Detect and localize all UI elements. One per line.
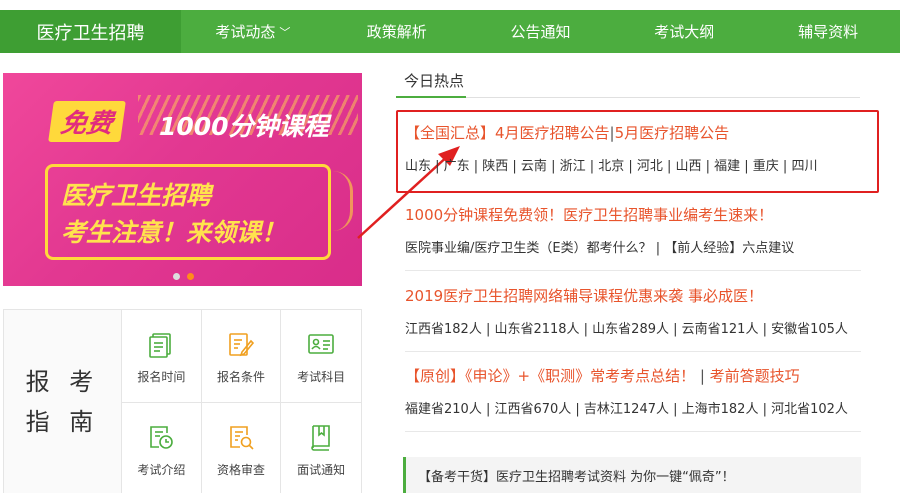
nav-items: 考试动态 ﹀ 政策解析 公告通知 考试大纲 辅导资料	[181, 10, 900, 53]
news-item: 【全国汇总】4月医疗招聘公告|5月医疗招聘公告 山东 | 广东 | 陕西 | 云…	[405, 122, 861, 174]
promo-banner[interactable]: 免费 1000分钟课程 医疗卫生招聘 考生注意！来领课！	[3, 73, 362, 286]
exam-guide: 报 考 指 南 报名时间 报名条件 考试科目 考试介绍 资格审查 面试通知	[3, 309, 362, 493]
news-divider	[405, 431, 861, 432]
guide-grid: 报名时间 报名条件 考试科目 考试介绍 资格审查 面试通知	[122, 310, 361, 493]
list-icon	[149, 333, 172, 358]
banner-decoration	[323, 171, 353, 231]
guide-item-introduction[interactable]: 考试介绍	[122, 403, 202, 493]
guide-title-line2: 指 南	[25, 407, 100, 436]
banner-free-badge: 免费	[48, 101, 126, 142]
news-sub-links[interactable]: 医院事业编/医疗卫生类（E类）都考什么？ | 【前人经验】六点建议	[405, 237, 861, 256]
nav-item-syllabus[interactable]: 考试大纲	[612, 10, 756, 53]
news-link[interactable]: 5月医疗招聘公告	[615, 124, 730, 142]
id-card-icon	[308, 334, 334, 354]
news-link[interactable]: 【原创】《申论》+《职测》常考考点总结！	[405, 367, 695, 385]
news-headline: 【原创】《申论》+《职测》常考考点总结！ | 考前答题技巧	[405, 365, 861, 386]
nav-bar: 医疗卫生招聘 考试动态 ﹀ 政策解析 公告通知 考试大纲 辅导资料	[0, 10, 900, 53]
banner-course-text: 1000分钟课程	[159, 112, 329, 141]
news-separator: |	[695, 367, 710, 385]
guide-item-label: 报名时间	[137, 370, 186, 384]
guide-item-registration-time[interactable]: 报名时间	[122, 310, 202, 403]
guide-item-subjects[interactable]: 考试科目	[281, 310, 361, 403]
nav-brand[interactable]: 医疗卫生招聘	[0, 10, 181, 53]
news-headline: 1000分钟课程免费领！医疗卫生招聘事业编考生速来！	[405, 204, 861, 225]
banner-line2: 考生注意！来领课！	[61, 218, 287, 247]
guide-item-interview-notice[interactable]: 面试通知	[281, 403, 361, 493]
news-divider	[405, 270, 861, 271]
nav-item-policy[interactable]: 政策解析	[325, 10, 469, 53]
guide-item-qualification-review[interactable]: 资格审查	[202, 403, 282, 493]
study-tip-banner[interactable]: 【备考干货】医疗卫生招聘考试资料 为你一键“佩奇”！	[403, 457, 861, 493]
book-icon	[311, 425, 330, 451]
news-link[interactable]: 考前答题技巧	[710, 367, 800, 385]
hot-section-title: 今日热点	[404, 72, 465, 90]
hot-section-accent	[396, 96, 466, 98]
guide-item-label: 考试介绍	[137, 463, 186, 477]
carousel-dot-1[interactable]	[173, 273, 180, 280]
news-sub-links[interactable]: 福建省210人 | 江西省670人 | 吉林江1247人 | 上海市182人 |…	[405, 398, 861, 417]
banner-line1: 医疗卫生招聘	[61, 181, 212, 210]
carousel-dot-2[interactable]	[187, 273, 194, 280]
nav-item-notices[interactable]: 公告通知	[469, 10, 613, 53]
guide-item-label: 报名条件	[216, 370, 265, 384]
news-sub-links[interactable]: 江西省182人 | 山东省2118人 | 山东省289人 | 云南省121人 |…	[405, 318, 861, 337]
clock-doc-icon	[150, 426, 174, 449]
news-headline: 【全国汇总】4月医疗招聘公告|5月医疗招聘公告	[405, 122, 861, 143]
news-link[interactable]: 1000分钟课程免费领！医疗卫生招聘事业编考生速来！	[405, 206, 773, 224]
guide-item-label: 资格审查	[216, 463, 265, 477]
hot-section-divider	[396, 96, 860, 98]
guide-item-label: 考试科目	[297, 370, 346, 384]
news-sub-links[interactable]: 山东 | 广东 | 陕西 | 云南 | 浙江 | 北京 | 河北 | 山西 | …	[405, 155, 861, 174]
guide-item-requirements[interactable]: 报名条件	[201, 310, 282, 403]
guide-item-label: 面试通知	[297, 463, 346, 477]
news-item: 【原创】《申论》+《职测》常考考点总结！ | 考前答题技巧 福建省210人 | …	[405, 365, 861, 432]
top-nav: 医疗卫生招聘 考试动态 ﹀ 政策解析 公告通知 考试大纲 辅导资料	[0, 0, 900, 63]
edit-icon	[229, 333, 255, 357]
nav-item-materials[interactable]: 辅导资料	[756, 10, 900, 53]
nav-item-label: 考试动态	[215, 23, 276, 41]
news-link[interactable]: 【全国汇总】4月医疗招聘公告	[405, 124, 610, 142]
news-item: 1000分钟课程免费领！医疗卫生招聘事业编考生速来！ 医院事业编/医疗卫生类（E…	[405, 204, 861, 271]
guide-title-line1: 报 考	[25, 367, 100, 396]
news-headline: 2019医疗卫生招聘网络辅导课程优惠来袭 事必成医！	[405, 285, 861, 306]
chevron-down-icon: ﹀	[279, 25, 291, 39]
search-doc-icon	[230, 426, 254, 450]
nav-item-exam-news[interactable]: 考试动态 ﹀	[181, 10, 325, 53]
news-divider	[405, 351, 861, 352]
news-item: 2019医疗卫生招聘网络辅导课程优惠来袭 事必成医！ 江西省182人 | 山东省…	[405, 285, 861, 352]
guide-title: 报 考 指 南	[4, 310, 122, 493]
news-link[interactable]: 2019医疗卫生招聘网络辅导课程优惠来袭 事必成医！	[405, 287, 763, 305]
